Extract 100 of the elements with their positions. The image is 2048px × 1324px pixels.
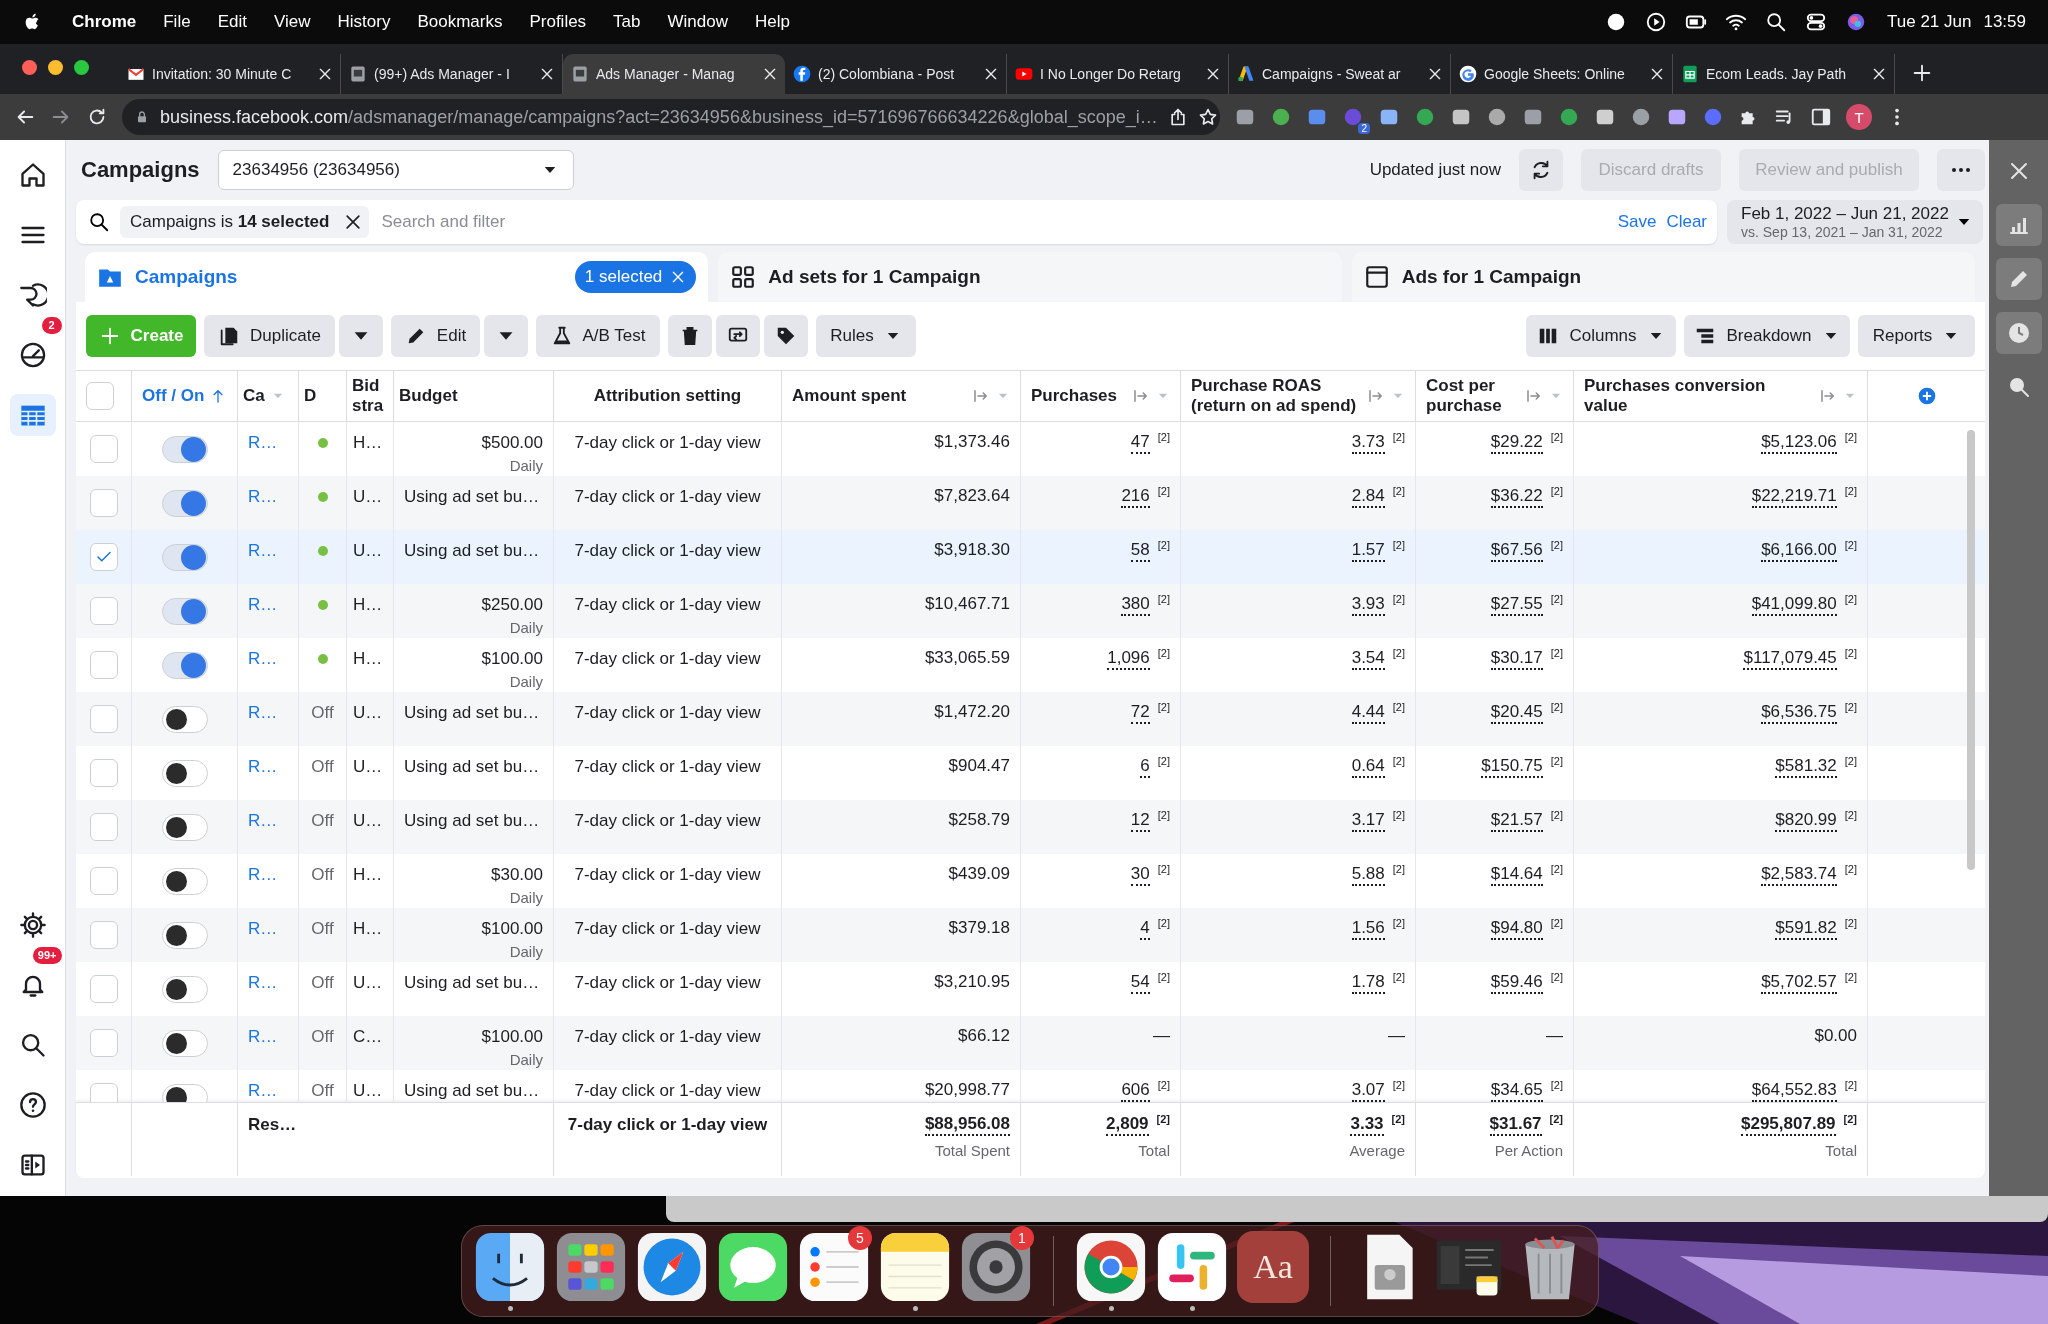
duplicate-button[interactable]: Duplicate bbox=[204, 315, 335, 357]
dictionary-app-icon[interactable]: Aa bbox=[1237, 1231, 1309, 1303]
metric-value[interactable]: 3.73 bbox=[1351, 433, 1385, 454]
column-header[interactable]: Cost per purchase bbox=[1426, 376, 1519, 416]
toggle-switch[interactable] bbox=[161, 759, 208, 787]
toggle-switch[interactable] bbox=[161, 705, 208, 733]
metric-value[interactable]: 3.54 bbox=[1351, 649, 1385, 670]
toggle-switch[interactable] bbox=[161, 543, 208, 571]
filter-chip[interactable]: Campaigns is 14 selected bbox=[120, 206, 370, 238]
campaign-link[interactable]: R… bbox=[248, 703, 288, 723]
level-tab[interactable]: Campaigns 1 selected bbox=[85, 252, 709, 302]
close-tab-icon[interactable] bbox=[539, 66, 555, 82]
pinwheel-icon[interactable] bbox=[1156, 1231, 1228, 1303]
column-header[interactable]: Purchases conversion value bbox=[1584, 376, 1813, 416]
clear-link[interactable]: Clear bbox=[1666, 212, 1707, 232]
campaign-link[interactable]: R… bbox=[248, 595, 288, 615]
metric-value[interactable]: 4 bbox=[1140, 919, 1150, 940]
metric-value[interactable]: 12 bbox=[1130, 811, 1150, 832]
row-checkbox[interactable] bbox=[89, 813, 118, 841]
speech-bubble-icon[interactable] bbox=[717, 1231, 789, 1303]
close-tab-icon[interactable] bbox=[1649, 66, 1665, 82]
bookmark-star-icon[interactable] bbox=[1197, 107, 1218, 127]
metric-value[interactable]: $5,123.06 bbox=[1761, 433, 1837, 454]
metric-value[interactable]: 4.44 bbox=[1351, 703, 1385, 724]
menu-item[interactable]: Profiles bbox=[529, 12, 587, 32]
new-tab-icon[interactable] bbox=[1911, 62, 1933, 84]
metric-value[interactable]: $22,219.71 bbox=[1751, 487, 1837, 508]
toggle-switch[interactable] bbox=[161, 597, 208, 625]
metric-value[interactable]: 58 bbox=[1130, 541, 1150, 562]
columns-button[interactable]: Columns bbox=[1526, 315, 1676, 357]
delete-button[interactable] bbox=[668, 315, 712, 357]
side-panel-icon[interactable] bbox=[1810, 106, 1832, 128]
close-tab-icon[interactable] bbox=[983, 66, 999, 82]
toggle-switch[interactable] bbox=[161, 867, 208, 895]
close-tab-icon[interactable] bbox=[317, 66, 333, 82]
row-checkbox[interactable] bbox=[89, 921, 118, 949]
profile-avatar[interactable]: T bbox=[1846, 104, 1872, 130]
row-checkbox[interactable] bbox=[89, 867, 118, 895]
metric-value[interactable]: $6,536.75 bbox=[1761, 703, 1837, 724]
close-tab-icon[interactable] bbox=[1871, 66, 1887, 82]
campaign-link[interactable]: R… bbox=[248, 433, 288, 453]
metric-value[interactable]: $150.75 bbox=[1481, 757, 1543, 778]
browser-icon[interactable] bbox=[1075, 1231, 1147, 1303]
row-checkbox[interactable] bbox=[89, 1029, 118, 1057]
toggle-switch[interactable] bbox=[161, 435, 208, 463]
column-header[interactable]: Purchases bbox=[1031, 386, 1126, 406]
campaign-link[interactable]: R… bbox=[248, 865, 288, 885]
row-checkbox[interactable] bbox=[89, 705, 118, 733]
total-value[interactable]: 2,809 bbox=[1106, 1115, 1149, 1136]
row-checkbox[interactable] bbox=[89, 489, 118, 517]
metric-value[interactable]: 3.93 bbox=[1351, 595, 1385, 616]
metric-value[interactable]: 6 bbox=[1140, 757, 1150, 778]
column-header[interactable]: Budget bbox=[399, 386, 458, 406]
extension-icon[interactable] bbox=[1270, 106, 1292, 128]
level-tab[interactable]: Ad sets for 1 Campaign bbox=[718, 252, 1342, 302]
toggle-switch[interactable] bbox=[161, 651, 208, 679]
campaign-link[interactable]: R… bbox=[248, 1027, 288, 1047]
metric-value[interactable]: $820.99 bbox=[1775, 811, 1837, 832]
column-header[interactable]: Off / On bbox=[142, 386, 205, 406]
browser-tab[interactable]: Ads Manager - Manag bbox=[563, 54, 785, 94]
app-menu[interactable]: Chrome bbox=[72, 12, 137, 32]
column-header[interactable]: Ca bbox=[243, 386, 265, 406]
row-checkbox[interactable] bbox=[89, 975, 118, 1003]
notepad-icon[interactable] bbox=[879, 1231, 951, 1303]
menu-item[interactable]: Tab bbox=[613, 12, 641, 32]
edit-button[interactable]: Edit bbox=[391, 315, 480, 357]
campaign-link[interactable]: R… bbox=[248, 649, 288, 669]
campaign-link[interactable]: R… bbox=[248, 919, 288, 939]
column-header[interactable]: Bid stra bbox=[352, 376, 388, 416]
close-tab-icon[interactable] bbox=[762, 66, 778, 82]
add-column-icon[interactable] bbox=[1916, 386, 1937, 406]
select-all-checkbox[interactable] bbox=[86, 382, 114, 410]
metric-value[interactable]: 3.17 bbox=[1351, 811, 1385, 832]
campaign-link[interactable]: R… bbox=[248, 811, 288, 831]
control-center-icon[interactable] bbox=[1805, 11, 1827, 33]
close-window-button[interactable] bbox=[22, 59, 37, 75]
panel-button[interactable] bbox=[1995, 258, 2042, 300]
refresh-button[interactable] bbox=[1519, 149, 1563, 191]
row-checkbox[interactable] bbox=[89, 651, 118, 679]
menu-item[interactable]: Bookmarks bbox=[417, 12, 503, 32]
row-checkbox[interactable] bbox=[89, 543, 118, 571]
close-tab-icon[interactable] bbox=[1427, 66, 1443, 82]
metric-value[interactable]: $64,552.83 bbox=[1751, 1081, 1837, 1102]
metric-value[interactable]: $20.45 bbox=[1490, 703, 1543, 724]
campaign-link[interactable]: R… bbox=[248, 1081, 288, 1101]
metric-value[interactable]: 47 bbox=[1130, 433, 1150, 454]
metric-value[interactable]: $67.56 bbox=[1490, 541, 1543, 562]
metric-value[interactable]: $41,099.80 bbox=[1751, 595, 1837, 616]
metric-value[interactable]: 72 bbox=[1130, 703, 1150, 724]
close-tab-icon[interactable] bbox=[1205, 66, 1221, 82]
ab-test-button[interactable]: A/B Test bbox=[536, 315, 660, 357]
extension-icon[interactable] bbox=[1414, 106, 1436, 128]
metric-value[interactable]: 380 bbox=[1121, 595, 1150, 616]
metric-value[interactable]: $581.32 bbox=[1775, 757, 1837, 778]
account-dropdown[interactable]: 23634956 (23634956) bbox=[217, 150, 574, 190]
metric-value[interactable]: 0.64 bbox=[1351, 757, 1385, 778]
metric-value[interactable]: 2.84 bbox=[1351, 487, 1385, 508]
total-value[interactable]: 3.33 bbox=[1350, 1115, 1384, 1136]
play-icon[interactable] bbox=[1645, 11, 1667, 33]
metric-value[interactable]: 54 bbox=[1130, 973, 1150, 994]
